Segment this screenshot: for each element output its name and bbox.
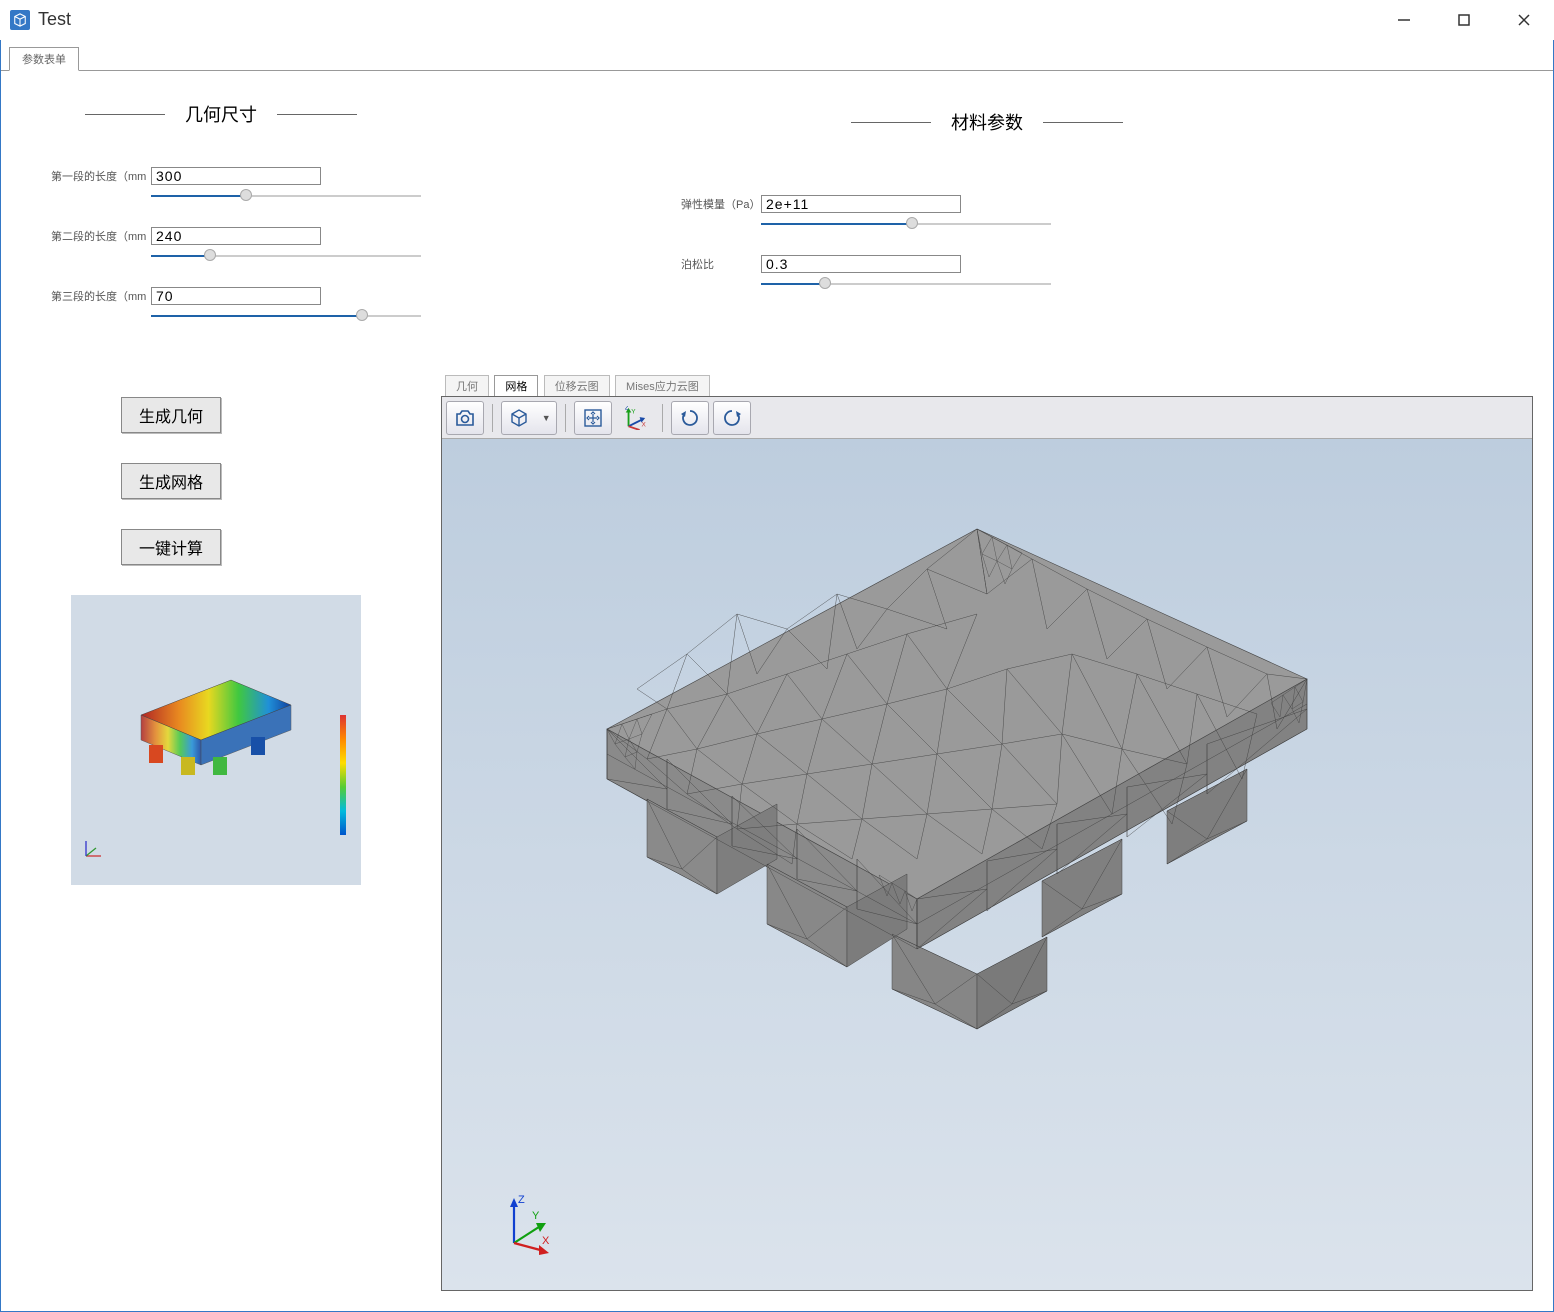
param-label: 弹性模量（Pa） [681,196,761,212]
svg-text:X: X [641,421,646,428]
param-label: 泊松比 [681,256,761,272]
generate-geometry-button[interactable]: 生成几何 [121,397,221,433]
viewer-tab-mises[interactable]: Mises应力云图 [615,375,710,396]
length2-input[interactable] [151,227,321,245]
svg-text:Z: Z [625,406,629,412]
tab-parameters[interactable]: 参数表单 [9,47,79,71]
svg-text:X: X [542,1235,550,1247]
viewer-tabs: 几何 网格 位移云图 Mises应力云图 [441,375,1533,396]
param-row-elastic: 弹性模量（Pa） [661,195,1493,213]
generate-mesh-button[interactable]: 生成网格 [121,463,221,499]
mesh-model [487,499,1347,1059]
svg-text:Z: Z [518,1195,525,1206]
maximize-button[interactable] [1434,0,1494,40]
axis-triad-icon: Y X Z [623,406,647,430]
poisson-ratio-slider[interactable] [761,283,1051,285]
section-header-material: 材料参数 [441,109,1533,135]
length3-input[interactable] [151,287,321,305]
view-orientation-button[interactable]: ▼ [501,401,557,435]
right-panel: 材料参数 弹性模量（Pa） 泊松比 [441,71,1553,1311]
length3-slider[interactable] [151,315,421,317]
poisson-ratio-input[interactable] [761,255,961,273]
length1-input[interactable] [151,167,321,185]
length2-slider[interactable] [151,255,421,257]
param-row-length1: 第一段的长度（mm [31,167,411,185]
param-row-length2: 第二段的长度（mm [31,227,411,245]
rotate-cw-button[interactable] [713,401,751,435]
section-header-geometry: 几何尺寸 [31,101,411,127]
close-button[interactable] [1494,0,1554,40]
rotate-ccw-button[interactable] [671,401,709,435]
param-label: 第二段的长度（mm [51,228,151,244]
minimize-button[interactable] [1374,0,1434,40]
viewer-tab-geometry[interactable]: 几何 [445,375,489,396]
viewport-axis-triad-icon: Z Y X [502,1195,557,1255]
colorbar-icon [340,715,346,835]
axis-widget-button[interactable]: Y X Z [616,401,654,435]
svg-text:Y: Y [532,1210,540,1222]
camera-icon [453,406,477,430]
preview-model-icon [121,665,301,805]
viewer-tab-displacement[interactable]: 位移云图 [544,375,610,396]
elastic-modulus-input[interactable] [761,195,961,213]
compute-button[interactable]: 一键计算 [121,529,221,565]
fit-icon [581,406,605,430]
app-logo-icon [10,10,30,30]
svg-text:Y: Y [631,408,636,415]
fit-view-button[interactable] [574,401,612,435]
title-bar: Test [0,0,1554,40]
screenshot-button[interactable] [446,401,484,435]
cube-icon [507,406,531,430]
rotate-cw-icon [720,406,744,430]
window-title: Test [38,9,71,30]
result-preview [71,595,361,885]
length1-slider[interactable] [151,195,421,197]
viewer-tab-mesh[interactable]: 网格 [494,375,538,396]
main-tabs: 参数表单 [1,40,1553,70]
viewport-3d[interactable]: Z Y X [442,439,1532,1290]
param-row-length3: 第三段的长度（mm [31,287,411,305]
param-label: 第一段的长度（mm [51,168,151,184]
viewer-toolbar: ▼ [442,397,1532,439]
viewer-frame: ▼ [441,396,1533,1291]
axis-triad-icon [81,838,103,860]
param-label: 第三段的长度（mm [51,288,151,304]
chevron-down-icon: ▼ [542,413,551,423]
left-panel: 几何尺寸 第一段的长度（mm 第二段的长度（mm 第三段的长度（mm [1,71,441,1311]
param-row-poisson: 泊松比 [661,255,1493,273]
rotate-ccw-icon [678,406,702,430]
elastic-modulus-slider[interactable] [761,223,1051,225]
